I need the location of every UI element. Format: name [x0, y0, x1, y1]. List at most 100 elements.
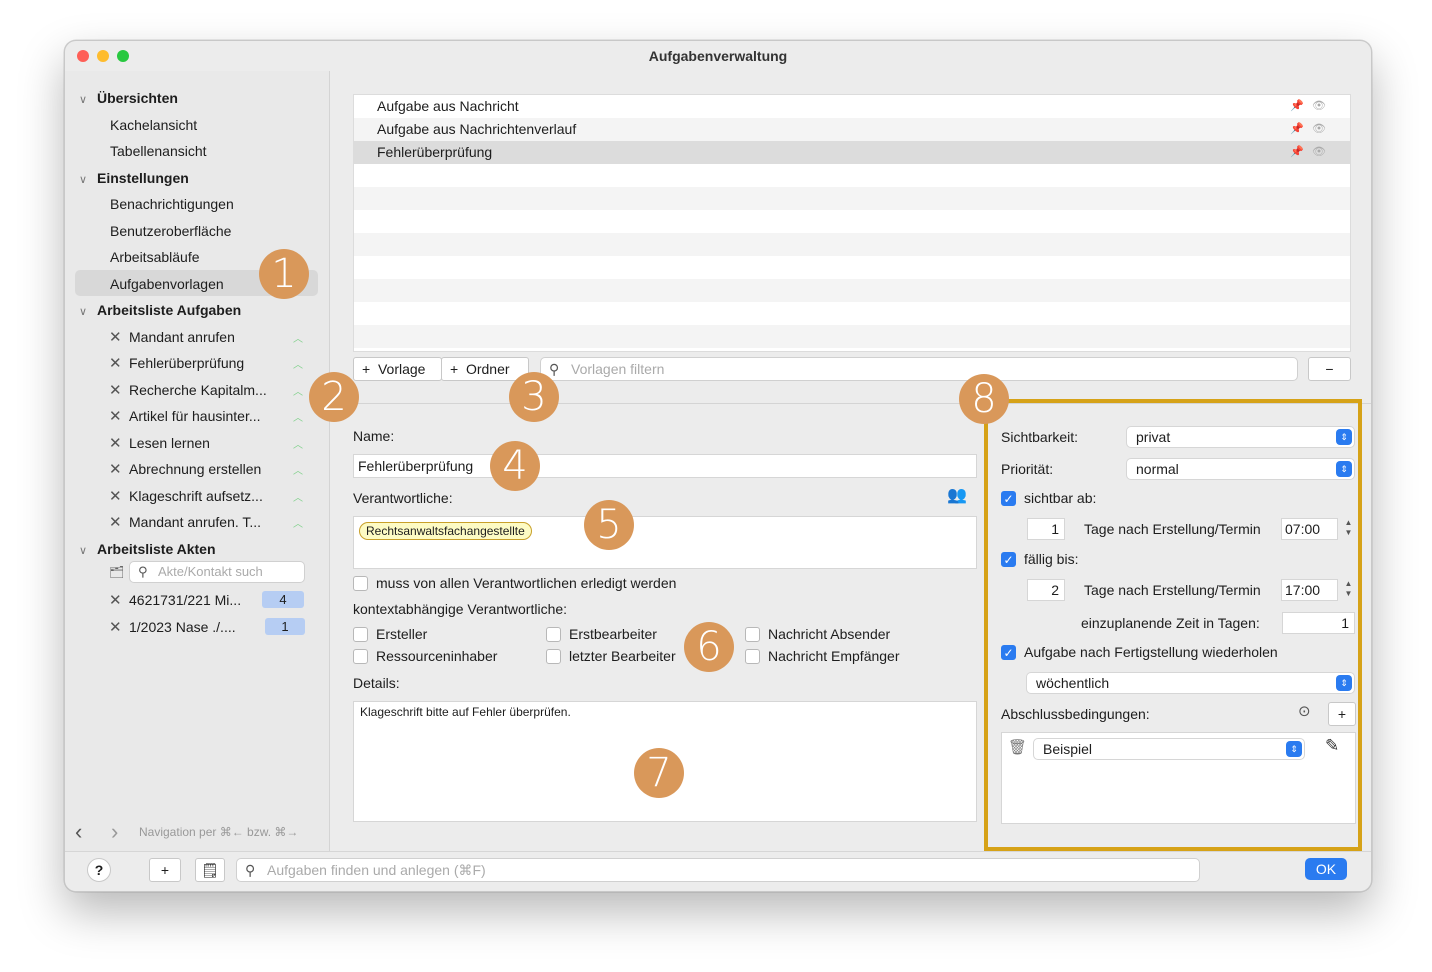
- chevron-up-icon[interactable]: ︿: [293, 436, 303, 451]
- template-row[interactable]: Aufgabe aus Nachricht 📌👁: [354, 95, 1350, 118]
- checkbox-erstbearbeiter[interactable]: Erstbearbeiter: [546, 626, 657, 642]
- due-time[interactable]: 17:00: [1281, 579, 1338, 601]
- section-arbeitsliste-aufgaben[interactable]: ∨ Arbeitsliste Aufgaben: [79, 302, 241, 318]
- sidebar: ∨ Übersichten Kachelansicht Tabellenansic…: [65, 71, 330, 851]
- due-checkbox[interactable]: ✓ fällig bis:: [1001, 551, 1078, 567]
- task-item[interactable]: ✕ Mandant anrufen. T... ︿: [109, 513, 319, 531]
- add-person-icon[interactable]: 👥: [947, 485, 967, 505]
- sidebar-item-benachrichtigungen[interactable]: Benachrichtigungen: [110, 196, 234, 212]
- updown-arrow-icon: ⇕: [1336, 461, 1352, 477]
- search-icon: ⚲: [245, 862, 256, 878]
- visibility-select[interactable]: privat ⇕: [1126, 426, 1355, 448]
- close-icon[interactable]: ✕: [109, 487, 129, 505]
- pencil-icon[interactable]: ✎: [1325, 736, 1339, 756]
- close-icon[interactable]: ✕: [109, 354, 129, 372]
- chevron-up-icon[interactable]: ︿: [293, 383, 303, 398]
- task-item[interactable]: ✕ Artikel für hausinter... ︿: [109, 407, 319, 425]
- close-icon[interactable]: ✕: [109, 513, 129, 531]
- planned-time-field[interactable]: 1: [1282, 612, 1355, 634]
- time-stepper[interactable]: ▲ ▼: [1342, 518, 1355, 540]
- updown-arrow-icon: ⇕: [1336, 675, 1352, 691]
- search-icon: ⚲: [549, 361, 560, 377]
- note-icon[interactable]: 🗒: [195, 858, 225, 882]
- sidebar-item-benutzeroberflaeche[interactable]: Benutzeroberfläche: [110, 223, 231, 239]
- checkbox-nachricht-empfaenger[interactable]: Nachricht Empfänger: [745, 648, 900, 664]
- add-folder-button[interactable]: + Ordner: [441, 357, 529, 381]
- chevron-down-icon: ∨: [79, 94, 88, 106]
- add-task-button[interactable]: +: [149, 858, 181, 882]
- count-badge: 1: [265, 618, 305, 635]
- checkbox-ersteller[interactable]: Ersteller: [353, 626, 427, 642]
- remove-button[interactable]: −: [1308, 357, 1351, 381]
- task-item[interactable]: ✕ Fehlerüberprüfung ︿: [109, 354, 319, 372]
- template-row-selected[interactable]: Fehlerüberprüfung 📌👁: [354, 141, 1350, 164]
- chevron-up-icon[interactable]: ︿: [293, 330, 303, 345]
- count-badge: 4: [262, 591, 304, 608]
- responsible-token[interactable]: Rechtsanwaltsfachangestellte: [359, 522, 532, 540]
- chevron-up-icon[interactable]: ︿: [293, 356, 303, 371]
- task-item[interactable]: ✕ Klageschrift aufsetz... ︿: [109, 487, 319, 505]
- minimize-button[interactable]: [97, 50, 109, 62]
- trash-icon[interactable]: 🗑: [1008, 738, 1027, 756]
- due-days[interactable]: 2: [1027, 579, 1065, 601]
- chevron-up-icon[interactable]: ︿: [293, 462, 303, 477]
- ok-button[interactable]: OK: [1305, 858, 1347, 880]
- close-icon[interactable]: ✕: [109, 460, 129, 478]
- section-uebersichten[interactable]: ∨ Übersichten: [79, 90, 178, 106]
- sidebar-item-kachelansicht[interactable]: Kachelansicht: [110, 117, 197, 133]
- task-item[interactable]: ✕ Abrechnung erstellen ︿: [109, 460, 319, 478]
- folder-icon[interactable]: 🗂: [109, 565, 124, 579]
- close-icon[interactable]: ✕: [109, 407, 129, 425]
- close-icon[interactable]: ✕: [109, 618, 129, 636]
- template-filter-input[interactable]: ⚲ Vorlagen filtern: [540, 357, 1298, 381]
- back-arrow-icon[interactable]: ‹: [75, 819, 82, 845]
- visible-from-checkbox[interactable]: ✓ sichtbar ab:: [1001, 490, 1096, 506]
- section-arbeitsliste-akten[interactable]: ∨ Arbeitsliste Akten: [79, 541, 216, 557]
- task-item[interactable]: ✕ Recherche Kapitalm... ︿: [109, 381, 319, 399]
- condition-select[interactable]: Beispiel ⇕: [1033, 738, 1305, 760]
- all-must-complete-checkbox[interactable]: muss von allen Verantwortlichen erledigt…: [353, 575, 676, 591]
- template-row[interactable]: Aufgabe aus Nachrichtenverlauf 📌👁: [354, 118, 1350, 141]
- time-stepper[interactable]: ▲ ▼: [1342, 579, 1355, 601]
- name-label: Name:: [353, 428, 395, 444]
- sidebar-item-tabellenansicht[interactable]: Tabellenansicht: [110, 143, 207, 159]
- chevron-up-icon[interactable]: ︿: [293, 409, 303, 424]
- pin-eye-icons[interactable]: 📌👁: [1290, 141, 1334, 164]
- plus-icon: +: [450, 361, 459, 377]
- close-icon[interactable]: ✕: [109, 328, 129, 346]
- visible-from-time[interactable]: 07:00: [1281, 518, 1338, 540]
- checkbox-letzter-bearbeiter[interactable]: letzter Bearbeiter: [546, 648, 676, 664]
- close-button[interactable]: [77, 50, 89, 62]
- add-template-button[interactable]: + Vorlage: [353, 357, 442, 381]
- more-icon[interactable]: ⊙: [1298, 702, 1311, 720]
- checkbox-nachricht-absender[interactable]: Nachricht Absender: [745, 626, 890, 642]
- close-icon[interactable]: ✕: [109, 381, 129, 399]
- checkbox-ressourceninhaber[interactable]: Ressourceninhaber: [353, 648, 497, 664]
- chevron-up-icon[interactable]: ︿: [293, 489, 303, 504]
- akten-search-input[interactable]: ⚲ Akte/Kontakt such: [129, 561, 305, 583]
- priority-select[interactable]: normal ⇕: [1126, 458, 1355, 480]
- help-button[interactable]: ?: [87, 858, 111, 882]
- sidebar-item-arbeitsablaeufe[interactable]: Arbeitsabläufe: [110, 249, 200, 265]
- chevron-up-icon[interactable]: ︿: [293, 515, 303, 530]
- task-item[interactable]: ✕ Mandant anrufen ︿: [109, 328, 319, 346]
- close-icon[interactable]: ✕: [109, 591, 129, 609]
- add-condition-button[interactable]: +: [1328, 702, 1356, 726]
- pin-eye-icons[interactable]: 📌👁: [1290, 118, 1334, 141]
- conditions-label: Abschlussbedingungen:: [1001, 706, 1150, 722]
- section-einstellungen[interactable]: ∨ Einstellungen: [79, 170, 189, 186]
- task-item[interactable]: ✕ Lesen lernen ︿: [109, 434, 319, 452]
- close-icon[interactable]: ✕: [109, 434, 129, 452]
- zoom-button[interactable]: [117, 50, 129, 62]
- repeat-select[interactable]: wöchentlich ⇕: [1026, 672, 1355, 694]
- chevron-down-icon: ∨: [79, 306, 88, 318]
- name-field[interactable]: Fehlerüberprüfung: [353, 454, 977, 478]
- task-search-input[interactable]: ⚲ Aufgaben finden und anlegen (⌘F): [236, 858, 1200, 882]
- visible-from-days[interactable]: 1: [1027, 518, 1065, 540]
- forward-arrow-icon[interactable]: ›: [111, 819, 118, 845]
- sidebar-item-aufgabenvorlagen[interactable]: Aufgabenvorlagen: [110, 276, 224, 292]
- repeat-checkbox[interactable]: ✓ Aufgabe nach Fertigstellung wiederholen: [1001, 644, 1278, 660]
- annotation-marker-4: 4: [490, 441, 540, 491]
- responsible-field[interactable]: Rechtsanwaltsfachangestellte: [353, 516, 977, 569]
- pin-eye-icons[interactable]: 📌👁: [1290, 95, 1334, 118]
